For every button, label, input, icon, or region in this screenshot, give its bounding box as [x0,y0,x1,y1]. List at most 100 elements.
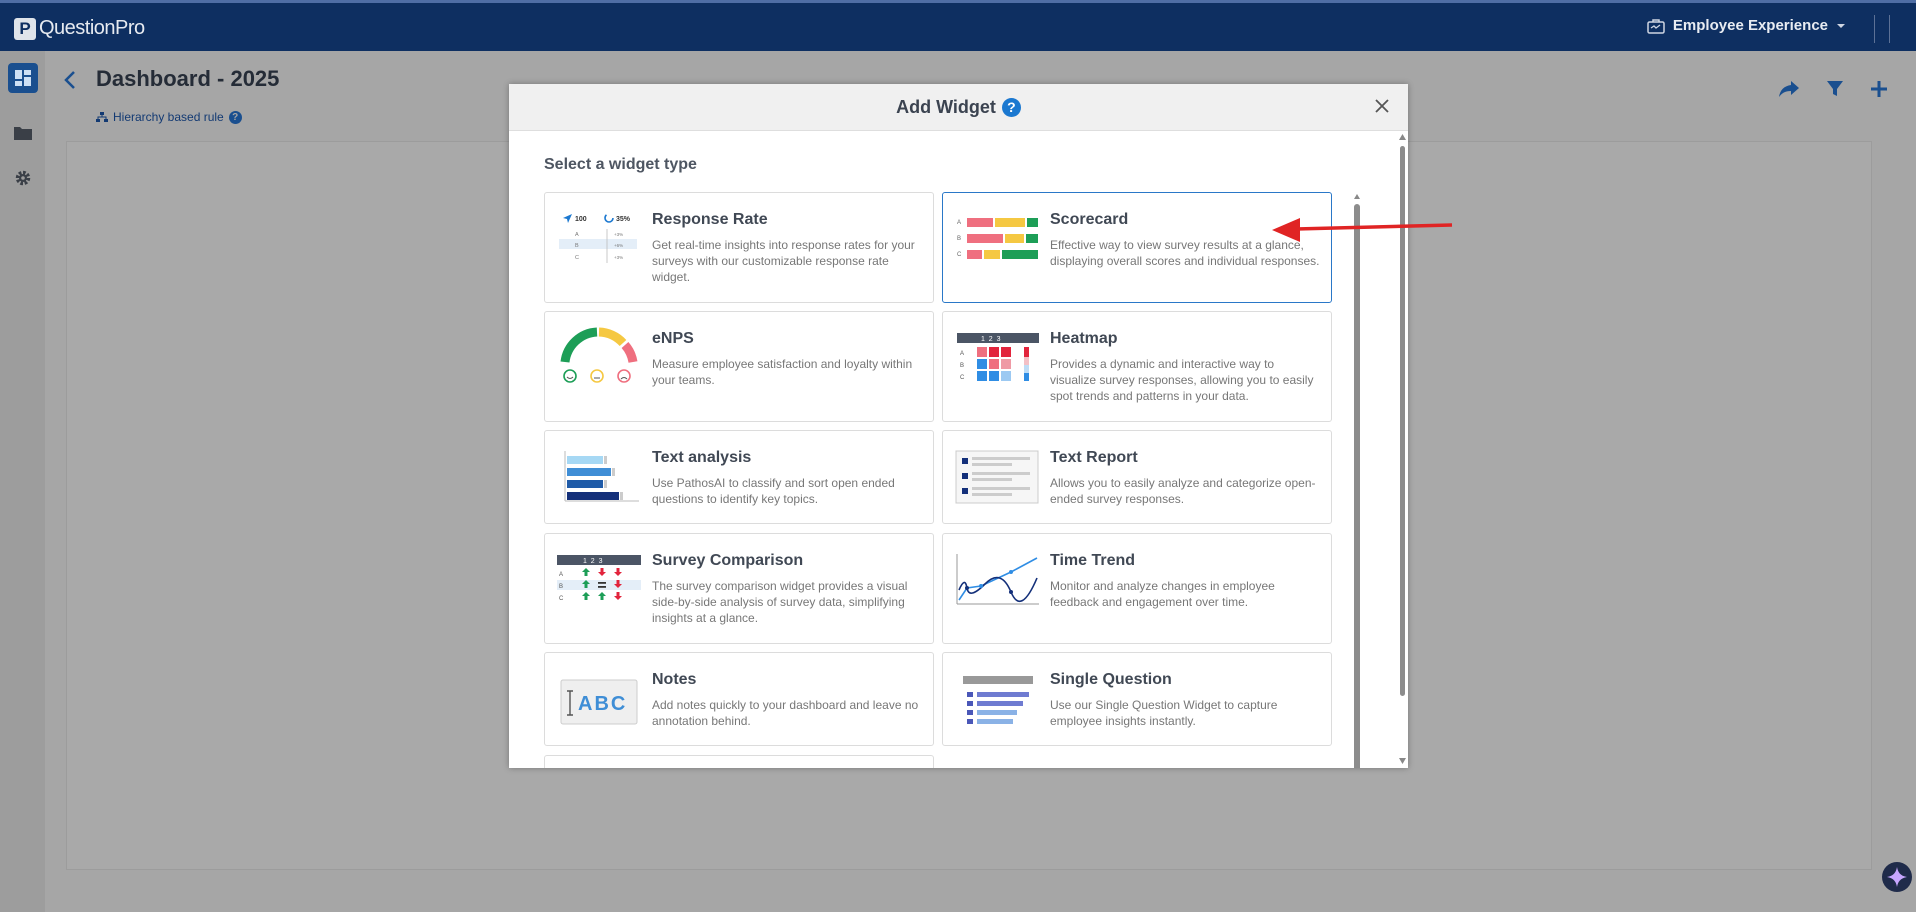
hierarchy-rule-link[interactable]: Hierarchy based rule ? [96,110,242,124]
settings-nav[interactable] [8,163,38,193]
widget-description: Add notes quickly to your dashboard and … [652,698,919,728]
rule-label: Hierarchy based rule [113,110,224,124]
time-trend-thumbnail [956,554,1039,605]
widget-title: Survey Comparison [652,552,804,569]
svg-text:C: C [559,596,564,602]
svg-text:+6%: +6% [614,243,623,248]
annotation-arrow [1272,218,1453,242]
widget-description: Provides a dynamic and interactive way t… [1050,357,1314,403]
chevron-left-icon [64,71,75,89]
svg-text:100: 100 [575,216,587,223]
svg-text:+3%: +3% [614,255,623,260]
svg-text:B: B [960,363,964,369]
help-icon[interactable]: ? [1001,98,1021,117]
product-switcher[interactable]: Employee Experience [1647,17,1846,34]
svg-text:A: A [559,572,563,578]
svg-text:B: B [559,584,563,590]
svg-text:A: A [960,351,964,357]
widget-list-scrollbar[interactable] [1354,194,1360,768]
section-label: Select a widget type [544,156,697,173]
left-rail [0,51,45,912]
scroll-up-icon [1399,134,1406,140]
ai-assistant-button[interactable] [1882,862,1912,892]
close-icon [1375,99,1389,113]
svg-text:B: B [957,236,961,242]
folder-nav[interactable] [8,118,38,148]
share-icon[interactable] [1778,80,1800,98]
page-title: Dashboard - 2025 [96,66,280,91]
widget-description: Monitor and analyze changes in employee … [1050,579,1275,609]
modal-title-text: Add Widget [896,97,996,117]
scroll-down-icon [1399,758,1406,764]
widget-description: Measure employee satisfaction and loyalt… [652,357,913,387]
widget-card-notes[interactable]: ABC Notes Add notes quickly to your dash… [544,652,934,746]
filter-icon[interactable] [1826,80,1844,98]
notes-thumbnail: ABC [560,679,638,725]
widget-description: The survey comparison widget provides a … [652,579,908,625]
svg-text:C: C [575,255,579,261]
briefcase-icon [1647,18,1665,34]
top-bar-menu[interactable] [1874,15,1890,43]
widget-title: eNPS [652,330,694,347]
svg-text:1 2 3: 1 2 3 [981,336,1001,343]
widget-description: Use PathosAI to classify and sort open e… [652,476,895,506]
top-bar: P QuestionPro Employee Experience [0,0,1916,51]
widget-description: Get real-time insights into response rat… [652,238,915,284]
scorecard-thumbnail: A B C [957,218,1038,259]
back-button[interactable] [64,70,76,95]
enps-thumbnail [560,327,638,383]
svg-text:C: C [960,375,965,381]
widget-card-single-question[interactable]: Single Question Use our Single Question … [942,652,1332,746]
svg-text:1 2 3: 1 2 3 [583,558,603,565]
svg-text:A: A [575,232,579,238]
questionpro-logo[interactable]: P QuestionPro [14,17,145,40]
widget-card-text-report[interactable]: Text Report Allows you to easily analyze… [942,430,1332,524]
widget-title: Text analysis [652,449,752,466]
svg-text:+3%: +3% [614,232,623,237]
modal-title: Add Widget? [509,97,1408,118]
widget-title: Time Trend [1050,552,1136,569]
widget-card-heatmap[interactable]: 1 2 3 A B C Heatmap Provides a dynamic a… [942,311,1332,422]
widget-card-text-analysis[interactable]: Text analysis Use PathosAI to classify a… [544,430,934,524]
svg-text:ABC: ABC [578,693,627,715]
widget-card-time-trend[interactable]: Time Trend Monitor and analyze changes i… [942,533,1332,644]
svg-text:B: B [575,243,579,249]
add-icon[interactable] [1870,80,1888,98]
help-icon[interactable]: ? [228,110,242,124]
modal-header: Add Widget? [509,84,1408,131]
widget-card-partial[interactable] [544,755,934,768]
svg-text:C: C [957,252,962,258]
widget-title: Heatmap [1050,330,1118,347]
widget-description: Use our Single Question Widget to captur… [1050,698,1278,728]
add-widget-modal: Add Widget? Select a widget type 100 35%… [509,84,1408,768]
gear-icon [15,170,31,186]
text-analysis-thumbnail [564,451,639,502]
svg-text:35%: 35% [616,216,631,223]
close-button[interactable] [1374,98,1390,119]
survey-comparison-thumbnail: 1 2 3 A B C [557,555,641,602]
widget-title: Text Report [1050,449,1138,466]
response-rate-thumbnail: 100 35% A B C +3% +6% +3% [559,213,637,263]
logo-text: QuestionPro [39,17,145,39]
widget-card-response-rate[interactable]: 100 35% A B C +3% +6% +3% Response Rate … [544,192,934,303]
widget-card-enps[interactable]: eNPS Measure employee satisfaction and l… [544,311,934,422]
widget-description: Allows you to easily analyze and categor… [1050,476,1316,506]
folder-icon [14,127,32,140]
widget-card-scorecard[interactable]: A B C Scorecard Effective way to view su… [942,192,1332,303]
sparkle-icon [1887,867,1907,887]
heatmap-thumbnail: 1 2 3 A B C [957,333,1039,381]
header-actions [1778,80,1888,98]
widget-title: Notes [652,671,697,688]
dashboard-icon [15,70,31,86]
scrollbar-thumb[interactable] [1354,204,1360,768]
hierarchy-icon [96,111,108,122]
widget-title: Response Rate [652,211,768,228]
dashboard-nav[interactable] [8,63,38,93]
widget-title: Single Question [1050,671,1172,688]
chevron-down-icon [1837,23,1845,28]
widget-card-survey-comparison[interactable]: 1 2 3 A B C Survey Comparison The survey… [544,533,934,644]
widget-title: Scorecard [1050,211,1129,228]
single-question-thumbnail [963,676,1033,724]
text-report-thumbnail [955,450,1039,504]
scroll-up-icon [1354,194,1360,199]
